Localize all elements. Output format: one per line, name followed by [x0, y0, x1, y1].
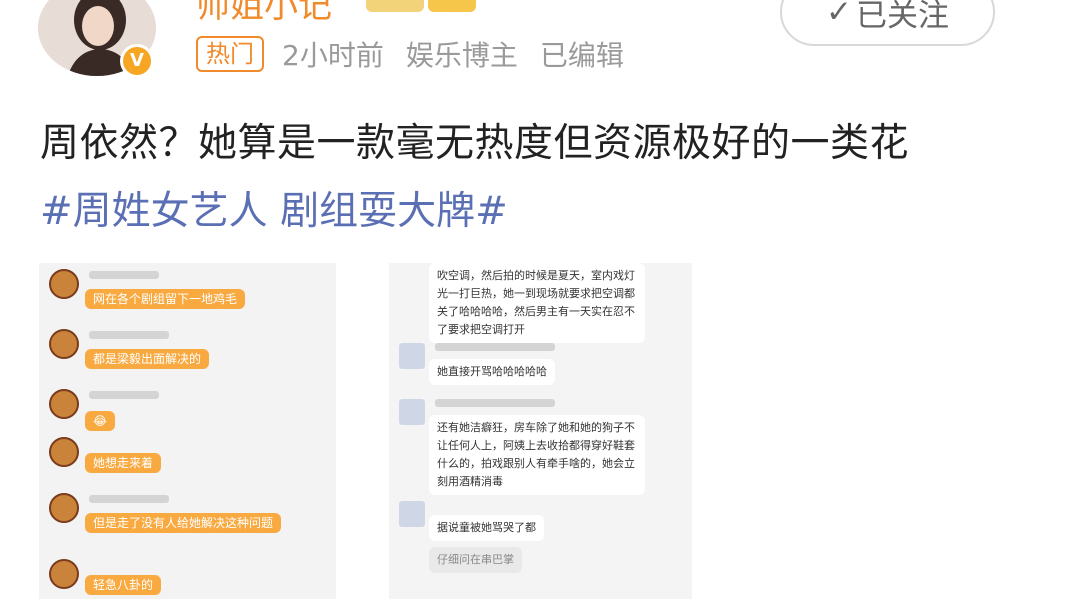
post-time: 2小时前 [282, 39, 384, 72]
chat-avatar [49, 493, 79, 523]
chat-avatar [399, 399, 425, 425]
chat-avatar [49, 559, 79, 589]
hot-tag[interactable]: 热门 [196, 36, 264, 72]
chat-name-blur [89, 391, 159, 399]
chat-bubble: 据说童被她骂哭了都 [429, 515, 544, 541]
chat-name-blur [89, 495, 169, 503]
post-meta: 热门 2小时前 娱乐博主 已编辑 [196, 34, 624, 74]
chat-avatar [49, 389, 79, 419]
chat-avatar [49, 437, 79, 467]
chat-name-blur [435, 399, 555, 407]
author-name[interactable]: 师姐小记 [196, 0, 332, 27]
chat-bubble: 仔细问在串巴掌 [429, 547, 522, 573]
topic-link[interactable]: #周姓女艺人 剧组耍大牌# [40, 180, 508, 236]
attached-image-2[interactable]: 吹空调，然后拍的时候是夏天，室内戏灯光一打巨热，她一到现场就要求把空调都关了哈哈… [389, 263, 692, 599]
verified-badge-icon: V [120, 44, 154, 78]
level-badge-icon [366, 0, 424, 12]
chat-avatar [399, 343, 425, 369]
fan-badge-icon [428, 0, 476, 12]
edited-label[interactable]: 已编辑 [540, 34, 624, 74]
chat-avatar [399, 501, 425, 527]
chat-bubble: 她直接开骂哈哈哈哈哈 [429, 359, 555, 385]
chat-bubble: 轻急八卦的 [85, 575, 162, 595]
check-icon: ✓ [826, 0, 852, 30]
post-text: 周依然？她算是一款毫无热度但资源极好的一类花 [40, 121, 910, 166]
chat-bubble: 但是走了没有人给她解决这种问题 [85, 513, 282, 533]
chat-bubble: 网在各个剧组留下一地鸡毛 [85, 289, 246, 309]
chat-bubble: 😂 [85, 411, 116, 431]
chat-name-blur [89, 271, 159, 279]
follow-button-label: 已关注 [855, 0, 949, 34]
chat-bubble: 吹空调，然后拍的时候是夏天，室内戏灯光一打巨热，她一到现场就要求把空调都关了哈哈… [429, 263, 645, 343]
chat-avatar [49, 269, 79, 299]
follow-button[interactable]: ✓ 已关注 [780, 0, 995, 46]
chat-name-blur [89, 331, 169, 339]
attached-image-1[interactable]: 网在各个剧组留下一地鸡毛 都是梁毅出面解决的 😂 她想走来着 但是走了没有人给她… [39, 263, 336, 599]
chat-avatar [49, 329, 79, 359]
chat-bubble: 她想走来着 [85, 453, 162, 473]
chat-bubble: 还有她洁癖狂，房车除了她和她的狗子不让任何人上，阿姨上去收拾都得穿好鞋套什么的，… [429, 415, 645, 495]
chat-bubble: 都是梁毅出面解决的 [85, 349, 210, 369]
author-category: 娱乐博主 [405, 39, 518, 72]
chat-name-blur [435, 343, 555, 351]
